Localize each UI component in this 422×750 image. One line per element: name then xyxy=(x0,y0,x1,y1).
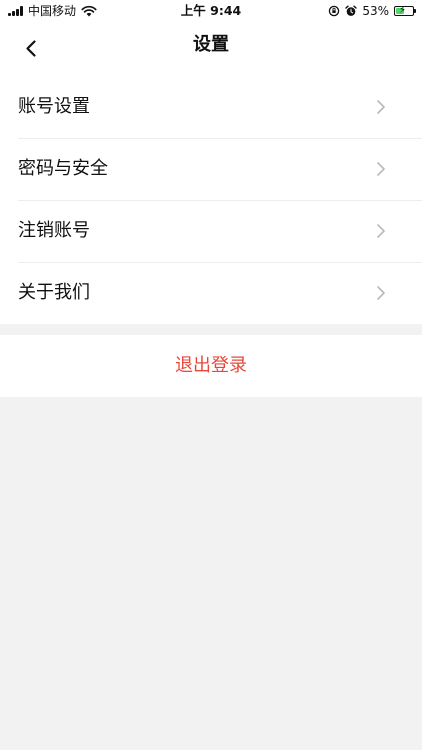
carrier-label: 中国移动 xyxy=(28,4,77,18)
alarm-icon xyxy=(345,5,358,16)
menu-item-delete-account[interactable]: 注销账号 xyxy=(0,200,422,262)
chevron-right-icon xyxy=(377,286,385,300)
settings-menu-list: 账号设置 密码与安全 注销账号 关于我们 xyxy=(0,76,422,324)
wifi-icon xyxy=(81,5,97,17)
chevron-right-icon xyxy=(377,224,385,238)
chevron-right-icon xyxy=(377,162,385,176)
charging-bolt-icon: ⚡ xyxy=(399,5,407,16)
battery-icon: ⚡ xyxy=(394,5,416,16)
menu-item-label: 注销账号 xyxy=(18,220,90,241)
status-left: 中国移动 xyxy=(8,4,97,18)
signal-icon xyxy=(8,6,23,16)
menu-item-label: 账号设置 xyxy=(18,96,90,117)
menu-item-password-security[interactable]: 密码与安全 xyxy=(0,138,422,200)
back-button[interactable] xyxy=(18,36,46,62)
chevron-left-icon xyxy=(26,40,36,57)
page-title: 设置 xyxy=(193,34,229,55)
menu-item-label: 关于我们 xyxy=(18,282,90,303)
nav-bar: 设置 xyxy=(0,22,422,76)
battery-percent: 53% xyxy=(362,4,389,18)
menu-item-about-us[interactable]: 关于我们 xyxy=(0,262,422,324)
status-right: 53% ⚡ xyxy=(328,4,416,18)
orientation-lock-icon xyxy=(329,5,340,17)
chevron-right-icon xyxy=(377,100,385,114)
status-bar: 中国移动 上午 9:44 53% ⚡ xyxy=(0,0,422,22)
logout-button[interactable]: 退出登录 xyxy=(0,335,422,397)
menu-item-label: 密码与安全 xyxy=(18,158,108,179)
menu-item-account-settings[interactable]: 账号设置 xyxy=(0,76,422,138)
